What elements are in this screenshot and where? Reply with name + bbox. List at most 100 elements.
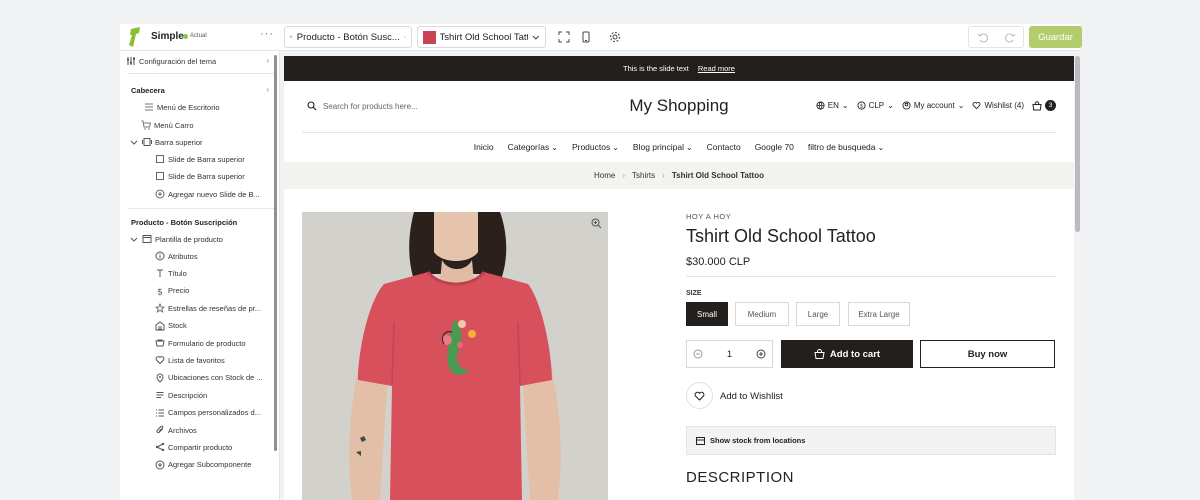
template-child-item[interactable]: $ Precio (155, 283, 279, 299)
header-section[interactable]: Cabecera (131, 82, 279, 98)
heart-icon (155, 356, 165, 365)
chevron-down-icon: ⌄ (957, 101, 965, 110)
theme-settings-item[interactable]: Configuración del tema (126, 53, 279, 69)
slide-item[interactable]: Slide de Barra superior (155, 151, 279, 167)
template-child-item[interactable]: Agregar Subcomponente (155, 457, 279, 473)
chevron-right-icon: › (622, 171, 626, 180)
template-child-item[interactable]: Título (155, 265, 279, 281)
template-child-item[interactable]: Descripción (155, 387, 279, 403)
language-selector[interactable]: EN ⌄ (816, 101, 849, 110)
template-child-item[interactable]: Archivos (155, 422, 279, 438)
add-to-cart-button[interactable]: Add to cart (781, 340, 913, 368)
template-child-item[interactable]: Ubicaciones con Stock de ... (155, 370, 279, 386)
brand-name: Simple (151, 31, 184, 42)
user-icon (902, 101, 911, 110)
divider (128, 208, 274, 209)
template-child-item[interactable]: Lista de favoritos (155, 352, 279, 368)
template-child-label: Archivos (168, 425, 197, 435)
redo-icon[interactable] (1005, 32, 1016, 43)
sidebar-scrollbar[interactable] (274, 55, 277, 451)
template-child-label: Campos personalizados d... (168, 408, 261, 418)
currency-selector[interactable]: $ CLP ⌄ (857, 101, 894, 110)
add-to-wishlist-button[interactable] (686, 382, 713, 409)
size-option[interactable]: Small (686, 302, 728, 326)
nav-item[interactable]: Blog principal ⌄ (633, 139, 693, 155)
cart-menu-item[interactable]: Menú Carro (141, 117, 279, 133)
heart-icon (972, 102, 981, 110)
heart-icon (694, 391, 705, 401)
chevron-right-icon: › (662, 171, 665, 180)
svg-text:$: $ (157, 287, 163, 296)
breadcrumb-current: Tshirt Old School Tattoo (671, 171, 764, 180)
template-child-item[interactable]: Atributos (155, 248, 279, 264)
nav-item[interactable]: Contacto (707, 139, 741, 155)
breadcrumb-category[interactable]: Tshirts (632, 171, 655, 180)
top-bar-item[interactable]: Barra superior (129, 134, 279, 150)
cart-link[interactable]: 3 (1032, 100, 1056, 111)
main-navigation: Inicio Categorías ⌄ Productos ⌄ Blog principa… (284, 139, 1074, 155)
wishlist-label[interactable]: Add to Wishlist (720, 391, 783, 402)
nav-item[interactable]: Productos ⌄ (572, 139, 619, 155)
template-child-item[interactable]: Stock (155, 318, 279, 334)
size-option[interactable]: Extra Large (848, 302, 910, 326)
breadcrumb-home[interactable]: Home (594, 171, 615, 180)
chevron-down-icon: ⌄ (612, 142, 619, 152)
template-child-item[interactable]: Formulario de producto (155, 335, 279, 351)
nav-item[interactable]: Google 70 (755, 139, 794, 155)
minus-icon[interactable] (693, 349, 703, 359)
buy-now-button[interactable]: Buy now (920, 340, 1055, 368)
template-child-item[interactable]: Compartir producto (155, 439, 279, 455)
slide-item[interactable]: Slide de Barra superior (155, 168, 279, 184)
nav-item-label: Categorías (507, 142, 550, 152)
dollar-icon: $ (157, 287, 163, 296)
nav-item[interactable]: Categorías ⌄ (508, 139, 558, 155)
template-child-item[interactable]: Estrellas de reseñas de pr... (155, 300, 279, 316)
wishlist-link[interactable]: Wishlist (4) (972, 101, 1024, 110)
size-option[interactable]: Large (796, 302, 840, 326)
save-button[interactable]: Guardar (1029, 26, 1082, 48)
tag-icon (290, 35, 293, 39)
account-menu[interactable]: My account ⌄ (902, 101, 965, 110)
add-slide-button[interactable]: Agregar nuevo Slide de B... (155, 186, 279, 202)
header-actions: EN ⌄ $ CLP ⌄ My account ⌄ Wishlist (4) 3 (816, 100, 1056, 111)
fullscreen-icon[interactable] (558, 31, 570, 43)
cart-form-icon (155, 339, 165, 347)
preview-scrollbar[interactable] (1075, 56, 1080, 232)
store-preview: This is the slide text Read more Search … (284, 56, 1074, 500)
chevron-down-icon: ⌄ (877, 142, 885, 152)
product-image[interactable] (302, 212, 608, 500)
read-more-link[interactable]: Read more (698, 64, 735, 73)
settings-gear-icon[interactable] (609, 31, 621, 43)
product-vendor[interactable]: HOY A HOY (686, 212, 731, 221)
more-options-button[interactable]: ··· (260, 28, 274, 40)
chevron-down-icon: ⌄ (887, 101, 894, 110)
share-icon (155, 443, 165, 452)
store-header: Search for products here... My Shopping … (302, 81, 1056, 133)
product-select-label: Tshirt Old School Tattc (439, 31, 529, 43)
product-select[interactable]: Tshirt Old School Tattc (417, 26, 546, 48)
plus-icon[interactable] (756, 349, 766, 359)
template-child-label: Descripción (168, 390, 208, 400)
chevron-down-icon (130, 237, 138, 242)
size-option[interactable]: Medium (735, 302, 789, 326)
stock-locations-toggle[interactable]: Show stock from locations (686, 426, 1056, 455)
template-select[interactable]: Producto - Botón Susc... (284, 26, 412, 48)
zoom-icon[interactable] (591, 218, 602, 229)
announcement-text: This is the slide text (623, 64, 689, 73)
template-child-label: Lista de favoritos (168, 355, 225, 365)
nav-item[interactable]: filtro de busqueda ⌄ (808, 139, 884, 155)
editor-sidebar: Configuración del tema › Cabecera › Menú… (120, 51, 280, 500)
cart-icon (141, 120, 151, 130)
quantity-stepper[interactable]: 1 (686, 340, 773, 368)
quantity-value[interactable]: 1 (727, 349, 732, 360)
undo-icon[interactable] (977, 32, 988, 43)
product-photo-illustration (302, 212, 608, 500)
mobile-view-icon[interactable] (580, 31, 592, 43)
nav-item[interactable]: Inicio (474, 139, 494, 155)
product-section[interactable]: Producto - Botón Suscripción (131, 214, 279, 230)
chevron-right-icon: › (266, 85, 269, 94)
product-template-item[interactable]: Plantilla de producto (129, 231, 279, 247)
text-icon (157, 269, 163, 278)
template-child-item[interactable]: Campos personalizados d... (155, 405, 279, 421)
desktop-menu-item[interactable]: Menú de Escritorio (144, 99, 279, 115)
